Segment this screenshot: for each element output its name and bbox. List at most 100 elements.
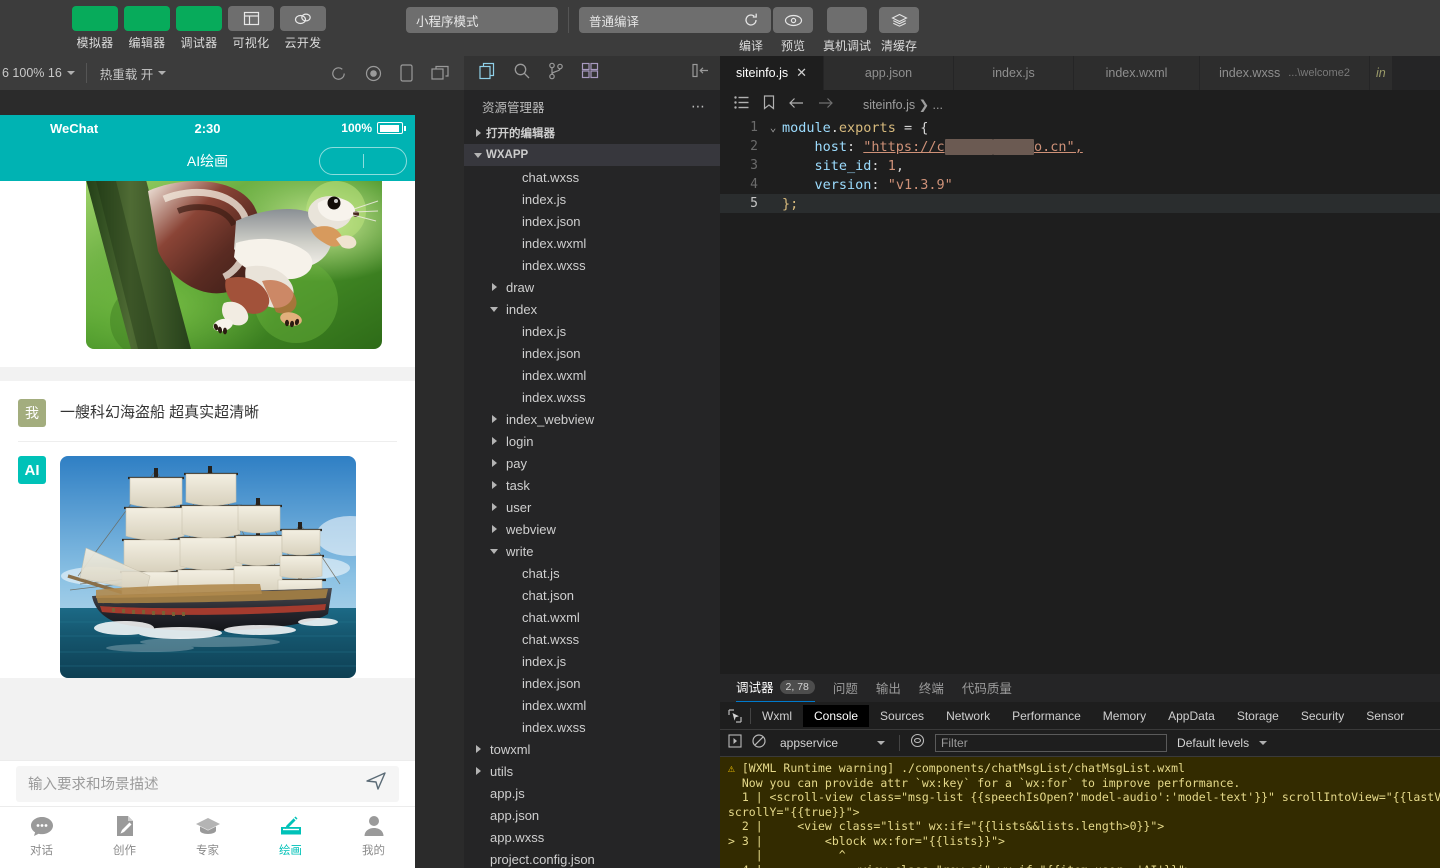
editor-tab-siteinfo-js[interactable]: siteinfo.js✕ — [720, 56, 824, 90]
devtools-tab-memory[interactable]: Memory — [1092, 705, 1157, 727]
toolbar-button-simulator[interactable]: 模拟器 — [72, 0, 118, 51]
execute-icon[interactable] — [728, 734, 742, 753]
tree-file[interactable]: index.json — [464, 210, 720, 232]
tree-file[interactable]: chat.wxml — [464, 606, 720, 628]
eye-icon[interactable] — [910, 733, 925, 753]
sim-tab-draw[interactable]: 绘画 — [249, 813, 332, 868]
multi-window-icon[interactable] — [431, 65, 450, 81]
editor-tab-in[interactable]: in — [1370, 56, 1393, 90]
sim-tab-profile[interactable]: 我的 — [332, 813, 415, 868]
tree-file[interactable]: index.json — [464, 672, 720, 694]
toolbar-button-cloud[interactable]: 云开发 — [280, 0, 326, 51]
toolbar-button-visualize[interactable]: 可视化 — [228, 0, 274, 51]
devtools-header-tab[interactable]: 问题 — [833, 678, 858, 702]
clear-console-icon[interactable] — [752, 734, 766, 753]
generated-image-squirrel[interactable] — [86, 181, 382, 349]
console-context-select[interactable]: appservice — [776, 734, 889, 752]
tree-file[interactable]: app.json — [464, 804, 720, 826]
devtools-tab-network[interactable]: Network — [935, 705, 1001, 727]
editor-tab-app-json[interactable]: app.json — [824, 56, 954, 90]
tree-file[interactable]: index.wxml — [464, 232, 720, 254]
toolbar-button-debugger[interactable]: 调试器 — [176, 0, 222, 51]
code-content[interactable]: 1 ⌄ module.exports = { 2 host: "https://… — [720, 118, 1440, 674]
devtools-header-tab[interactable]: 代码质量 — [962, 678, 1012, 702]
search-icon[interactable] — [513, 62, 531, 85]
close-icon[interactable]: ✕ — [796, 65, 807, 81]
record-icon[interactable] — [365, 65, 382, 82]
tree-file[interactable]: index.js — [464, 650, 720, 672]
console-output[interactable]: ⚠ [WXML Runtime warning] ./components/ch… — [720, 757, 1440, 868]
tree-file[interactable]: chat.js — [464, 562, 720, 584]
devtools-tab-security[interactable]: Security — [1290, 705, 1355, 727]
generated-image-ship[interactable] — [60, 456, 356, 678]
tree-folder[interactable]: login — [464, 430, 720, 452]
tree-file[interactable]: index.js — [464, 188, 720, 210]
tree-folder[interactable]: towxml — [464, 738, 720, 760]
devtools-header-tab[interactable]: 调试器2, 78 — [736, 677, 815, 702]
device-zoom-select[interactable]: 6 100% 16 — [0, 66, 75, 80]
extensions-icon[interactable] — [581, 62, 599, 85]
editor-tab-index-wxss[interactable]: index.wxss...\welcome2 — [1200, 56, 1370, 90]
tree-file[interactable]: index.js — [464, 320, 720, 342]
file-tree[interactable]: chat.wxssindex.jsindex.jsonindex.wxmlind… — [464, 166, 720, 868]
chevron-down-icon[interactable]: ⌄ — [764, 121, 782, 134]
outline-icon[interactable] — [734, 96, 749, 112]
toolbar-button-editor[interactable]: 编辑器 — [124, 0, 170, 51]
tree-folder[interactable]: webview — [464, 518, 720, 540]
compile-button[interactable]: 编译 — [731, 7, 771, 54]
ellipsis-icon[interactable]: ⋯ — [691, 98, 706, 115]
source-control-icon[interactable] — [548, 62, 564, 85]
tree-file[interactable]: project.config.json — [464, 848, 720, 868]
sim-tab-chat[interactable]: 对话 — [0, 813, 83, 868]
sim-tab-expert[interactable]: 专家 — [166, 813, 249, 868]
breadcrumb[interactable]: siteinfo.js ❯ ... — [863, 97, 943, 112]
devtools-tab-sources[interactable]: Sources — [869, 705, 935, 727]
tree-folder[interactable]: write — [464, 540, 720, 562]
clear-cache-button[interactable]: 清缓存 — [879, 7, 919, 54]
send-icon[interactable] — [365, 770, 387, 797]
compile-select[interactable]: 普通编译 — [579, 7, 731, 33]
tree-folder[interactable]: index_webview — [464, 408, 720, 430]
tree-file[interactable]: chat.wxss — [464, 166, 720, 188]
editor-tab-index-js[interactable]: index.js — [954, 56, 1074, 90]
editor-tab-index-wxml[interactable]: index.wxml — [1074, 56, 1200, 90]
explorer-section-open-editors[interactable]: 打开的编辑器 — [464, 122, 720, 144]
phone-icon[interactable] — [400, 64, 413, 82]
devtools-tab-sensor[interactable]: Sensor — [1355, 705, 1415, 727]
editor-tab-bar[interactable]: siteinfo.js✕app.jsonindex.jsindex.wxmlin… — [720, 56, 1440, 90]
devtools-panel-tabs[interactable]: WxmlConsoleSourcesNetworkPerformanceMemo… — [720, 702, 1440, 730]
tree-folder[interactable]: utils — [464, 760, 720, 782]
tree-file[interactable]: index.json — [464, 342, 720, 364]
bookmark-icon[interactable] — [763, 95, 775, 113]
devtools-tab-wxml[interactable]: Wxml — [751, 705, 803, 727]
tree-file[interactable]: index.wxss — [464, 386, 720, 408]
wechat-capsule-buttons[interactable] — [319, 147, 407, 175]
devtools-header-tab[interactable]: 终端 — [919, 678, 944, 702]
devtools-tab-console[interactable]: Console — [803, 705, 869, 727]
devtools-tab-storage[interactable]: Storage — [1226, 705, 1290, 727]
console-filter-input[interactable]: Filter — [935, 734, 1167, 752]
compile-select-group[interactable]: 普通编译 — [579, 7, 731, 54]
tree-file[interactable]: index.wxml — [464, 364, 720, 386]
console-levels-select[interactable]: Default levels — [1177, 736, 1267, 750]
forward-arrow-icon[interactable] — [818, 97, 833, 112]
devtools-tab-performance[interactable]: Performance — [1001, 705, 1092, 727]
tree-folder[interactable]: pay — [464, 452, 720, 474]
tree-file[interactable]: app.wxss — [464, 826, 720, 848]
message-input-field[interactable]: 输入要求和场景描述 — [16, 766, 399, 802]
tree-file[interactable]: chat.wxss — [464, 628, 720, 650]
mode-select[interactable]: 小程序模式 — [406, 7, 558, 33]
tree-file[interactable]: index.wxml — [464, 694, 720, 716]
tree-folder[interactable]: draw — [464, 276, 720, 298]
tree-folder[interactable]: index — [464, 298, 720, 320]
explorer-section-wxapp[interactable]: WXAPP — [464, 144, 720, 166]
tree-file[interactable]: index.wxss — [464, 254, 720, 276]
tree-file[interactable]: index.wxss — [464, 716, 720, 738]
tree-folder[interactable]: user — [464, 496, 720, 518]
collapse-panel-icon[interactable] — [692, 63, 720, 83]
tree-folder[interactable]: task — [464, 474, 720, 496]
inspect-element-icon[interactable] — [720, 709, 750, 723]
remote-debug-button[interactable]: 真机调试 — [823, 7, 871, 54]
refresh-icon[interactable] — [330, 65, 347, 82]
back-arrow-icon[interactable] — [789, 97, 804, 112]
